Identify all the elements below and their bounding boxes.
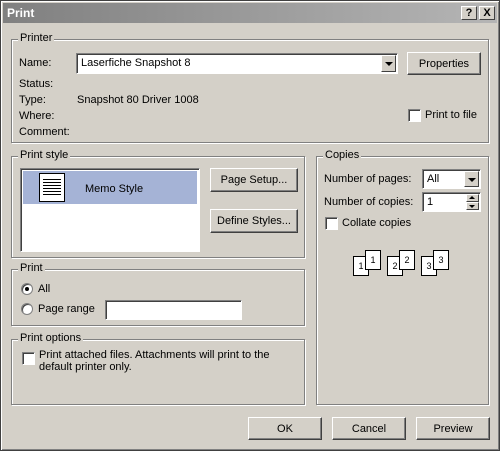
collate-page: 1 [365,250,381,270]
print-dialog: Print ? X Printer Name: Laserfiche Snaps… [0,0,500,451]
num-copies-spinner[interactable]: 1 [422,192,481,212]
title-bar[interactable]: Print ? X [3,3,497,23]
status-label: Status: [19,78,54,90]
preview-button[interactable]: Preview [416,417,490,440]
page-setup-button[interactable]: Page Setup... [210,168,298,192]
page-range-input[interactable] [105,300,242,320]
comment-label: Comment: [19,126,70,138]
all-label: All [38,283,51,295]
print-style-list[interactable]: Memo Style [20,168,200,252]
printer-group: Printer Name: Laserfiche Snapshot 8 Prop… [11,32,489,143]
collate-page: 2 [399,250,415,270]
num-pages-label: Number of pages: [324,173,412,185]
collate-illustration: 1 1 2 2 3 3 [353,248,465,280]
close-button[interactable]: X [479,6,495,20]
collate-page: 3 [433,250,449,270]
print-range-group: Print All Page range [11,262,305,326]
print-style-group-label: Print style [18,149,71,161]
print-to-file-label: Print to file [425,109,477,121]
collate-label: Collate copies [342,217,412,229]
properties-button[interactable]: Properties [407,52,481,75]
print-range-group-label: Print [18,262,45,274]
list-item[interactable]: Memo Style [23,171,197,204]
print-attached-checkbox[interactable] [22,352,35,365]
help-button[interactable]: ? [461,6,477,20]
memo-style-label: Memo Style [85,183,144,195]
printer-name-select[interactable]: Laserfiche Snapshot 8 [76,53,398,74]
printer-group-label: Printer [18,32,55,44]
window-title: Print [7,6,35,20]
num-copies-label: Number of copies: [324,196,414,208]
page-range-radio[interactable] [21,303,33,315]
print-to-file-checkbox[interactable] [408,109,421,122]
memo-style-icon [39,173,65,202]
spin-up-icon[interactable] [466,194,479,202]
type-label: Type: [19,94,46,106]
chevron-down-icon[interactable] [464,171,479,187]
where-label: Where: [19,110,55,122]
collate-checkbox[interactable] [325,217,338,230]
print-attached-line2: default printer only. [39,361,132,373]
num-pages-select[interactable]: All [422,169,481,189]
all-radio[interactable] [21,283,33,295]
print-options-group: Print options Print attached files. Atta… [11,332,305,405]
print-style-group: Print style Memo Style Page Setup... Def… [11,149,305,258]
ok-button[interactable]: OK [248,417,322,440]
spin-down-icon[interactable] [466,202,479,210]
print-attached-line1: Print attached files. Attachments will p… [39,349,270,361]
print-options-group-label: Print options [18,332,84,344]
page-range-label: Page range [38,303,95,315]
define-styles-button[interactable]: Define Styles... [210,209,298,233]
type-value: Snapshot 80 Driver 1008 [77,94,199,106]
copies-group: Copies Number of pages: All Number of co… [316,149,489,405]
printer-name-value: Laserfiche Snapshot 8 [81,57,191,69]
name-label: Name: [19,57,52,69]
chevron-down-icon[interactable] [381,55,396,72]
num-pages-value: All [427,173,440,185]
cancel-button[interactable]: Cancel [332,417,406,440]
copies-group-label: Copies [323,149,362,161]
num-copies-value: 1 [427,196,434,208]
